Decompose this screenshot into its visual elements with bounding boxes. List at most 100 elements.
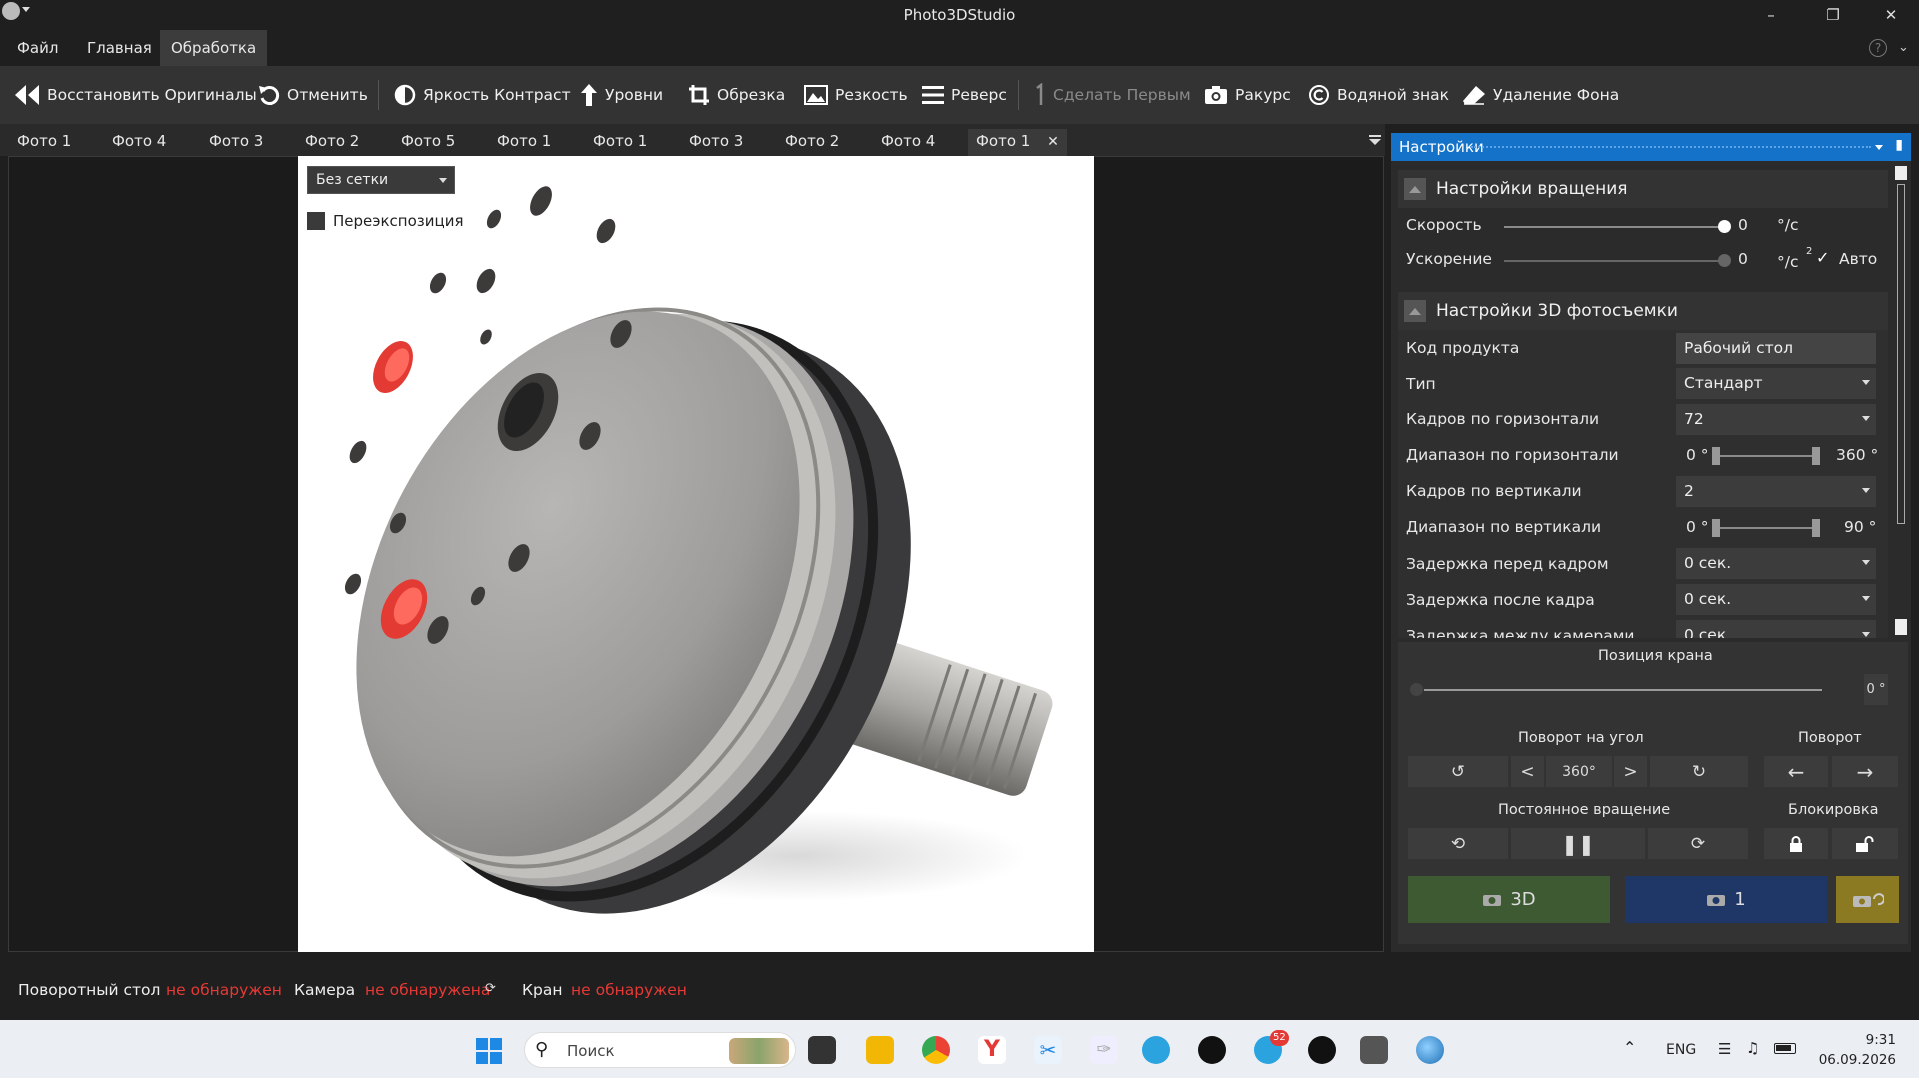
tab-photo[interactable]: Фото 2 [785,132,839,150]
messenger-bot-icon[interactable] [1198,1036,1226,1064]
acceleration-slider-track[interactable] [1504,260,1724,262]
horizontal-range-max-thumb[interactable] [1812,447,1820,465]
type-select[interactable]: Стандарт [1676,368,1876,399]
feather-app-icon[interactable]: ✑ [1090,1036,1118,1064]
battery-icon[interactable] [1774,1043,1796,1054]
shooting-settings-section[interactable]: Настройки 3D фотосъемки [1398,292,1888,330]
grid-select[interactable]: Без сетки [307,166,455,194]
scroll-down-button[interactable] [1895,619,1907,635]
settings-scrollbar[interactable] [1892,164,1910,638]
snipping-tool-icon[interactable]: ✂ [1034,1036,1062,1064]
yandex-browser-icon[interactable]: Y [978,1036,1006,1064]
tab-photo[interactable]: Фото 1 [497,132,551,150]
photo3dstudio-taskbar-icon[interactable] [1360,1036,1388,1064]
tab-photo[interactable]: Фото 1 [17,132,71,150]
scroll-up-button[interactable] [1895,166,1907,180]
vertical-range-max-thumb[interactable] [1812,519,1820,537]
menu-processing[interactable]: Обработка [160,30,268,66]
unlock-button[interactable] [1832,828,1898,859]
tab-photo[interactable]: Фото 4 [112,132,166,150]
task-view-icon[interactable] [808,1036,836,1064]
rotate-cw-angle-button[interactable]: ↻ [1650,756,1748,787]
language-indicator[interactable]: ENG [1666,1042,1696,1058]
camera-refresh-icon[interactable]: ⟳ [485,981,496,996]
brightness-contrast-button[interactable]: Яркость Контраст [394,66,571,124]
shoot-3d-button[interactable]: 3D [1408,876,1610,923]
delay-between-select[interactable]: 0 сек. [1676,620,1876,638]
angle-button[interactable]: Ракурс [1204,66,1291,124]
restore-window-button[interactable]: ❐ [1810,2,1856,28]
taskbar-search-box[interactable]: ⚲ Поиск [524,1032,796,1068]
volume-icon[interactable]: ♫ [1746,1039,1759,1057]
continuous-cw-button[interactable]: ⟳ [1648,828,1748,859]
crane-position-value[interactable]: 0 ° [1864,674,1888,705]
clock-time[interactable]: 9:31 [1840,1032,1896,1048]
pin-icon[interactable]: ▮ [1895,137,1903,153]
telegram-icon[interactable]: 52 [1254,1030,1289,1064]
tab-overflow-icon[interactable] [1369,135,1381,145]
shoot-single-button[interactable]: 1 [1625,876,1827,923]
continuous-ccw-button[interactable]: ⟲ [1408,828,1508,859]
panel-menu-chevron-icon[interactable] [1875,145,1883,150]
lock-button[interactable] [1764,828,1828,859]
delay-after-select[interactable]: 0 сек. [1676,584,1876,615]
make-first-button[interactable]: Сделать Первым [1034,66,1191,124]
photo-canvas[interactable] [298,156,1094,952]
scroll-thumb[interactable] [1897,184,1905,524]
tab-photo[interactable]: Фото 3 [689,132,743,150]
tab-photo[interactable]: Фото 3 [209,132,263,150]
turn-right-button[interactable]: → [1832,756,1898,787]
product-code-input[interactable]: Рабочий стол [1676,333,1876,364]
horizontal-frames-select[interactable]: 72 [1676,404,1876,435]
speed-slider-track[interactable] [1504,226,1724,228]
crop-button[interactable]: Обрезка [688,66,785,124]
tab-photo-active[interactable]: Фото 1 ✕ [968,129,1067,156]
auto-checkbox-check-icon[interactable]: ✓ [1816,250,1832,266]
globe-app-icon[interactable] [1416,1036,1444,1064]
wifi-icon[interactable]: ☰ [1718,1040,1731,1058]
turn-left-button[interactable]: ← [1764,756,1828,787]
help-icon[interactable]: ? [1869,39,1887,57]
angle-value[interactable]: 360° [1546,756,1612,787]
acceleration-slider-knob[interactable] [1718,254,1731,267]
menu-home[interactable]: Главная [76,30,163,66]
restore-originals-button[interactable]: Восстановить Оригиналы [14,66,257,124]
background-removal-button[interactable]: Удаление Фона [1462,66,1619,124]
vertical-range-track[interactable] [1714,527,1814,529]
angle-decrease-button[interactable]: < [1511,756,1544,787]
messenger-bot-icon[interactable] [1308,1036,1336,1064]
crane-position-track[interactable] [1424,689,1822,691]
tab-close-icon[interactable]: ✕ [1047,134,1059,150]
vertical-frames-select[interactable]: 2 [1676,476,1876,507]
tray-chevron-up-icon[interactable]: ⌃ [1623,1038,1636,1057]
tab-photo[interactable]: Фото 4 [881,132,935,150]
horizontal-range-min-thumb[interactable] [1712,447,1720,465]
watermark-button[interactable]: Водяной знак [1308,66,1449,124]
delay-before-select[interactable]: 0 сек. [1676,548,1876,579]
sharpness-button[interactable]: Резкость [804,66,908,124]
overexposure-checkbox[interactable]: Переэкспозиция [307,212,464,230]
tab-photo[interactable]: Фото 5 [401,132,455,150]
collapse-toggle-icon[interactable] [1404,178,1426,200]
minimize-button[interactable]: – [1748,2,1794,28]
windows-start-icon[interactable] [476,1038,502,1064]
checkbox-box[interactable] [307,212,325,230]
horizontal-range-track[interactable] [1714,455,1814,457]
rotate-ccw-angle-button[interactable]: ↺ [1408,756,1508,787]
telegram-icon[interactable] [1142,1036,1170,1064]
pause-rotation-button[interactable]: ❚❚ [1511,828,1645,859]
crane-position-knob[interactable] [1410,683,1423,696]
reverse-button[interactable]: Реверс [922,66,1007,124]
rotation-settings-section[interactable]: Настройки вращения [1398,170,1888,208]
undo-button[interactable]: Отменить [258,66,368,124]
collapse-ribbon-chevron-icon[interactable]: ⌄ [1898,40,1909,55]
angle-increase-button[interactable]: > [1614,756,1647,787]
file-explorer-icon[interactable] [866,1036,894,1064]
tab-photo[interactable]: Фото 1 [593,132,647,150]
close-window-button[interactable]: ✕ [1868,2,1914,28]
speed-slider-knob[interactable] [1718,220,1731,233]
shoot-repeat-button[interactable] [1836,876,1899,923]
vertical-range-min-thumb[interactable] [1712,519,1720,537]
chrome-icon[interactable] [922,1036,950,1064]
tab-photo[interactable]: Фото 2 [305,132,359,150]
